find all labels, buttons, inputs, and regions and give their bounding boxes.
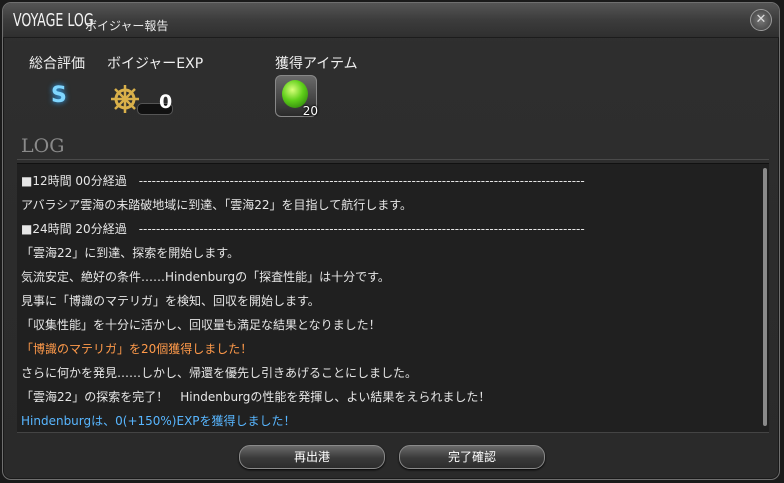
voyage-log-window: VOYAGE LOG ボイジャー報告 ✕ 総合評価 S ボイジャーEXP 0 獲… [2,2,780,480]
redeploy-button[interactable]: 再出港 [239,445,385,469]
divider [17,159,769,160]
log-line: 「雲海22」の探索を完了！ Hindenburgの性能を発揮し、よい結果をえられ… [21,390,491,404]
window-subtitle: ボイジャー報告 [85,19,169,33]
log-line: 「雲海22」に到達、探索を開始します。 [21,246,240,260]
grade-label: 総合評価 [29,56,85,72]
grade-value: S [51,83,67,108]
log-line-exp: Hindenburgは、0(+150%)EXPを獲得しました！ [21,414,296,428]
log-heading: LOG [21,135,65,157]
confirm-button[interactable]: 完了確認 [399,445,545,469]
log-line-highlight: 「博識のマテリガ」を20個獲得しました！ [21,342,253,356]
item-quantity: 20 [302,104,318,118]
log-line: ■12時間 00分経過 ----------------------------… [21,174,585,188]
scrollbar-thumb[interactable] [763,168,767,426]
log-line: さらに何かを発見……しかし、帰還を優先し引きあげることにしました。 [21,366,418,380]
close-icon: ✕ [755,12,767,27]
exp-value: 0 [159,91,173,113]
log-line: 見事に「博識のマテリガ」を検知、回収を開始します。 [21,294,320,308]
exp-label: ボイジャーEXP [107,56,204,72]
reward-item-slot[interactable]: 20 [275,75,318,118]
log-line: 「収集性能」を十分に活かし、回収量も満足な結果となりました！ [21,318,381,332]
log-panel[interactable]: ■12時間 00分経過 ----------------------------… [17,163,769,433]
log-line: 気流安定、絶好の条件……Hindenburgの「探査性能」は十分です。 [21,270,390,284]
close-button[interactable]: ✕ [750,9,772,31]
items-label: 獲得アイテム [275,56,358,72]
log-line: アバラシア雲海の未踏破地域に到達、「雲海22」を目指して航行します。 [21,198,412,212]
window-title: VOYAGE LOG [13,10,94,31]
log-line: ■24時間 20分経過 ----------------------------… [21,222,585,236]
title-bar[interactable]: VOYAGE LOG ボイジャー報告 ✕ [3,3,779,38]
